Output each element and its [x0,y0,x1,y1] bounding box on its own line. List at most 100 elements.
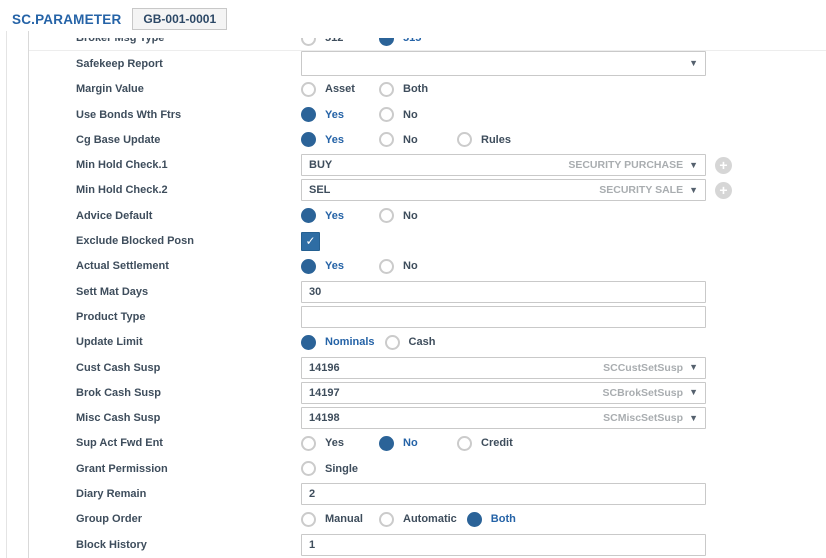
field-control: Yes No Rules [301,132,535,147]
radio-option-label: Credit [481,437,523,449]
combo-field: SECURITY PURCHASE▼ [301,154,706,176]
combo-input-brok-cash-susp[interactable] [309,383,603,403]
field-control: Yes No [301,107,457,122]
dropdown-arrow-icon[interactable]: ▼ [689,59,698,68]
form-row-advice-default: Advice DefaultYesNo [29,203,826,228]
form-row-cg-base-update: Cg Base Update Yes No Rules [29,127,826,152]
combo-input-misc-cash-susp[interactable] [309,408,603,428]
form-row-broker-msg-type: Broker Msg Type512515 [29,38,826,51]
text-field [301,483,706,505]
radio-option-no[interactable]: No [379,132,457,147]
field-control: NominalsCash [301,335,463,350]
field-label: Grant Permission [76,463,301,475]
add-value-button[interactable]: + [715,157,732,174]
text-input-diary-remain[interactable] [309,484,698,504]
radio-option-yes[interactable]: Yes [301,208,379,223]
radio-option-label: Yes [325,134,354,146]
text-input-block-history[interactable] [309,535,698,555]
text-field [301,306,706,328]
combo-field: SCCustSetSusp▼ [301,357,706,379]
radio-option-automatic[interactable]: Automatic [379,512,467,527]
radio-option-rules[interactable]: Rules [457,132,535,147]
field-control: Yes No [301,259,457,274]
radio-option-515[interactable]: 515 [379,38,457,46]
radio-option-credit[interactable]: Credit [457,436,535,451]
form-row-misc-cash-susp: Misc Cash SuspSCMiscSetSusp▼ [29,405,826,430]
form-row-update-limit: Update LimitNominalsCash [29,330,826,355]
left-outer-divider [6,31,7,558]
dropdown-arrow-icon[interactable]: ▼ [689,388,698,397]
radio-option-label: Manual [325,513,373,525]
radio-option-no[interactable]: No [379,259,457,274]
form-row-use-bonds-wth-ftrs: Use Bonds Wth FtrsYesNo [29,102,826,127]
text-input-product-type[interactable] [309,307,698,327]
radio-option-both[interactable]: Both [467,512,545,527]
field-control: SCCustSetSusp▼ [301,357,706,379]
dropdown-arrow-icon[interactable]: ▼ [689,186,698,195]
radio-group: Yes No [301,107,457,122]
dropdown-arrow-icon[interactable]: ▼ [689,414,698,423]
form-row-margin-value: Margin ValueAssetBoth [29,77,826,102]
radio-option-asset[interactable]: Asset [301,82,379,97]
radio-option-label: Yes [325,260,354,272]
select-field[interactable]: ▼ [301,51,706,76]
field-label: Min Hold Check.2 [76,184,301,196]
radio-option-both[interactable]: Both [379,82,457,97]
dropdown-arrow-icon[interactable]: ▼ [689,363,698,372]
radio-selected-icon [301,107,316,122]
form-body: Broker Msg Type512515Safekeep Report▼Mar… [29,38,826,557]
field-control [301,281,706,303]
radio-option-no[interactable]: No [379,208,457,223]
combo-input-cust-cash-susp[interactable] [309,358,603,378]
radio-option-nominals[interactable]: Nominals [301,335,385,350]
form-row-safekeep-report: Safekeep Report▼ [29,51,826,76]
field-label: Cust Cash Susp [76,362,301,374]
radio-unselected-icon [457,132,472,147]
form-row-min-hold-check-2: Min Hold Check.2 SECURITY SALE ▼ + [29,178,826,203]
field-control [301,306,706,328]
field-label: Advice Default [76,210,301,222]
plus-icon: + [719,158,727,172]
combo-input-min-hold-check-1[interactable] [309,155,568,175]
radio-option-yes[interactable]: Yes [301,259,379,274]
radio-group: Manual AutomaticBoth [301,512,545,527]
radio-group: NominalsCash [301,335,463,350]
radio-option-no[interactable]: No [379,107,457,122]
radio-option-512[interactable]: 512 [301,38,379,46]
checkbox-checked[interactable]: ✓ [301,232,320,251]
form-row-sup-act-fwd-ent: Sup Act Fwd EntYesNoCredit [29,431,826,456]
radio-option-yes[interactable]: Yes [301,436,379,451]
field-label: Update Limit [76,336,301,348]
radio-option-label: Yes [325,109,354,121]
field-control: Single [301,461,379,476]
radio-option-single[interactable]: Single [301,461,379,476]
radio-option-no[interactable]: No [379,436,457,451]
form-row-block-history: Block History [29,532,826,557]
radio-unselected-icon [379,512,394,527]
radio-option-label: Rules [481,134,521,146]
combo-input-min-hold-check-2[interactable] [309,180,599,200]
text-field [301,534,706,556]
add-value-button[interactable]: + [715,182,732,199]
combo-selected-option: SECURITY SALE [599,184,683,196]
field-label: Diary Remain [76,488,301,500]
radio-unselected-icon [379,208,394,223]
radio-option-yes[interactable]: Yes [301,107,379,122]
field-control: AssetBoth [301,82,457,97]
radio-group: YesNo Credit [301,436,535,451]
field-label: Broker Msg Type [76,38,301,44]
form-row-group-order: Group OrderManualAutomaticBoth [29,507,826,532]
field-control [301,534,706,556]
form-row-sett-mat-days: Sett Mat Days [29,279,826,304]
dropdown-arrow-icon[interactable]: ▼ [689,161,698,170]
form-row-actual-settlement: Actual SettlementYesNo [29,254,826,279]
radio-unselected-icon [379,82,394,97]
radio-option-yes[interactable]: Yes [301,132,379,147]
radio-option-label: No [403,109,428,121]
field-label: Cg Base Update [76,134,301,146]
field-control: SCMiscSetSusp▼ [301,407,706,429]
text-input-sett-mat-days[interactable] [309,282,698,302]
radio-option-cash[interactable]: Cash [385,335,463,350]
radio-option-label: Automatic [403,513,467,525]
radio-option-manual[interactable]: Manual [301,512,379,527]
